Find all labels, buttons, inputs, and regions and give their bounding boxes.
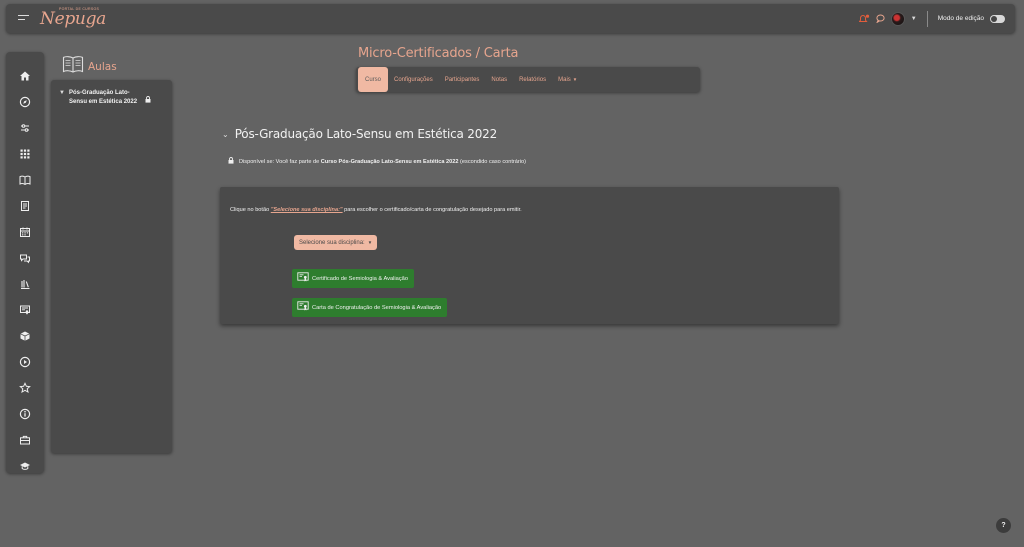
calendar-icon[interactable] xyxy=(19,226,31,238)
document-icon[interactable] xyxy=(19,200,31,212)
lock-icon xyxy=(145,90,151,108)
restriction-course-name: Curso Pós-Graduação Lato-Sensu em Estéti… xyxy=(320,158,459,165)
tab-notas[interactable]: Notas xyxy=(485,67,513,92)
help-button[interactable]: ? xyxy=(996,518,1011,533)
restriction-suffix: (escondido caso contrário) xyxy=(458,158,526,165)
library-icon[interactable] xyxy=(19,278,31,290)
page-title: Micro-Certificados / Carta xyxy=(358,46,519,61)
briefcase-icon[interactable] xyxy=(19,434,31,446)
graduation-icon[interactable] xyxy=(19,460,31,472)
logo-text: Nepuga xyxy=(40,9,106,29)
certificate-button[interactable]: Certificado de Semiologia & Avaliação xyxy=(292,269,415,288)
grid-icon[interactable] xyxy=(19,148,31,160)
certificate-icon xyxy=(297,272,309,285)
tab-relatorios[interactable]: Relatórios xyxy=(513,67,552,92)
menu-toggle-icon[interactable] xyxy=(18,12,29,24)
instruction-prefix: Clique no botão xyxy=(230,207,271,213)
congratulation-letter-button-label: Carta de Congratulação de Semiologia & A… xyxy=(312,304,442,311)
instruction-text: Clique no botão "Selecione sua disciplin… xyxy=(230,207,522,213)
edit-mode-label: Modo de edição xyxy=(937,15,984,22)
home-icon[interactable] xyxy=(19,70,31,82)
congratulation-letter-button[interactable]: Carta de Congratulação de Semiologia & A… xyxy=(292,298,448,317)
sliders-icon[interactable] xyxy=(19,122,31,134)
tab-curso[interactable]: Curso xyxy=(358,67,389,92)
drawer-header: Aulas xyxy=(62,55,117,79)
notifications-icon[interactable] xyxy=(858,14,870,24)
chat-icon[interactable] xyxy=(19,252,31,264)
certificate-card: Clique no botão "Selecione sua disciplin… xyxy=(220,187,839,324)
access-restriction: Disponível se: Você faz parte de Curso P… xyxy=(228,157,526,166)
course-index-drawer: ▼ Pós-Graduação Lato-Sensu em Estética 2… xyxy=(51,80,172,453)
user-avatar[interactable] xyxy=(890,11,905,26)
chevron-down-icon: ▼ xyxy=(367,240,373,245)
top-navbar: PORTAL DE CURSOS Nepuga ▼ Modo de edição xyxy=(6,4,1015,33)
chevron-down-icon: ▼ xyxy=(572,77,578,82)
play-icon[interactable] xyxy=(19,356,31,368)
drawer-title: Aulas xyxy=(88,61,117,73)
chevron-down-icon[interactable]: ▼ xyxy=(59,90,65,96)
navbar-divider xyxy=(926,10,928,27)
certificate-icon xyxy=(297,301,309,314)
restriction-prefix: Disponível se: Você faz parte de xyxy=(239,158,321,165)
compass-icon[interactable] xyxy=(19,96,31,108)
lock-icon xyxy=(228,157,234,166)
certificate-button-label: Certificado de Semiologia & Avaliação xyxy=(312,275,409,282)
instruction-suffix: para escolher o certificado/carta de con… xyxy=(342,207,522,213)
instruction-highlight-link[interactable]: "Selecione sua disciplina:" xyxy=(271,207,343,213)
edit-mode-toggle[interactable] xyxy=(990,14,1005,23)
section-title: Pós-Graduação Lato-Sensu em Estética 202… xyxy=(234,127,498,141)
book-icon[interactable] xyxy=(19,174,31,186)
tab-configuracoes[interactable]: Configurações xyxy=(388,67,439,92)
left-icon-rail xyxy=(6,52,44,473)
discipline-select-label: Selecione sua disciplina: xyxy=(299,239,365,246)
course-index-item-label: Pós-Graduação Lato-Sensu em Estética 202… xyxy=(69,90,138,105)
user-menu-chevron-icon[interactable]: ▼ xyxy=(911,16,917,22)
tab-mais[interactable]: Mais ▼ xyxy=(552,67,583,92)
discipline-select-button[interactable]: Selecione sua disciplina: ▼ xyxy=(294,235,378,250)
certificate-icon[interactable] xyxy=(19,304,31,316)
messages-icon[interactable] xyxy=(876,14,885,23)
book-open-icon xyxy=(62,55,84,79)
chevron-down-icon[interactable]: ⌄ xyxy=(222,130,229,139)
tab-participantes[interactable]: Participantes xyxy=(439,67,486,92)
site-logo[interactable]: PORTAL DE CURSOS Nepuga xyxy=(39,6,106,32)
cube-icon[interactable] xyxy=(19,330,31,342)
tab-mais-label: Mais xyxy=(558,76,571,83)
info-icon[interactable] xyxy=(19,408,31,420)
section-header[interactable]: ⌄ Pós-Graduação Lato-Sensu em Estética 2… xyxy=(222,127,497,141)
secondary-navigation: Curso Configurações Participantes Notas … xyxy=(356,67,700,92)
star-icon[interactable] xyxy=(19,382,31,394)
